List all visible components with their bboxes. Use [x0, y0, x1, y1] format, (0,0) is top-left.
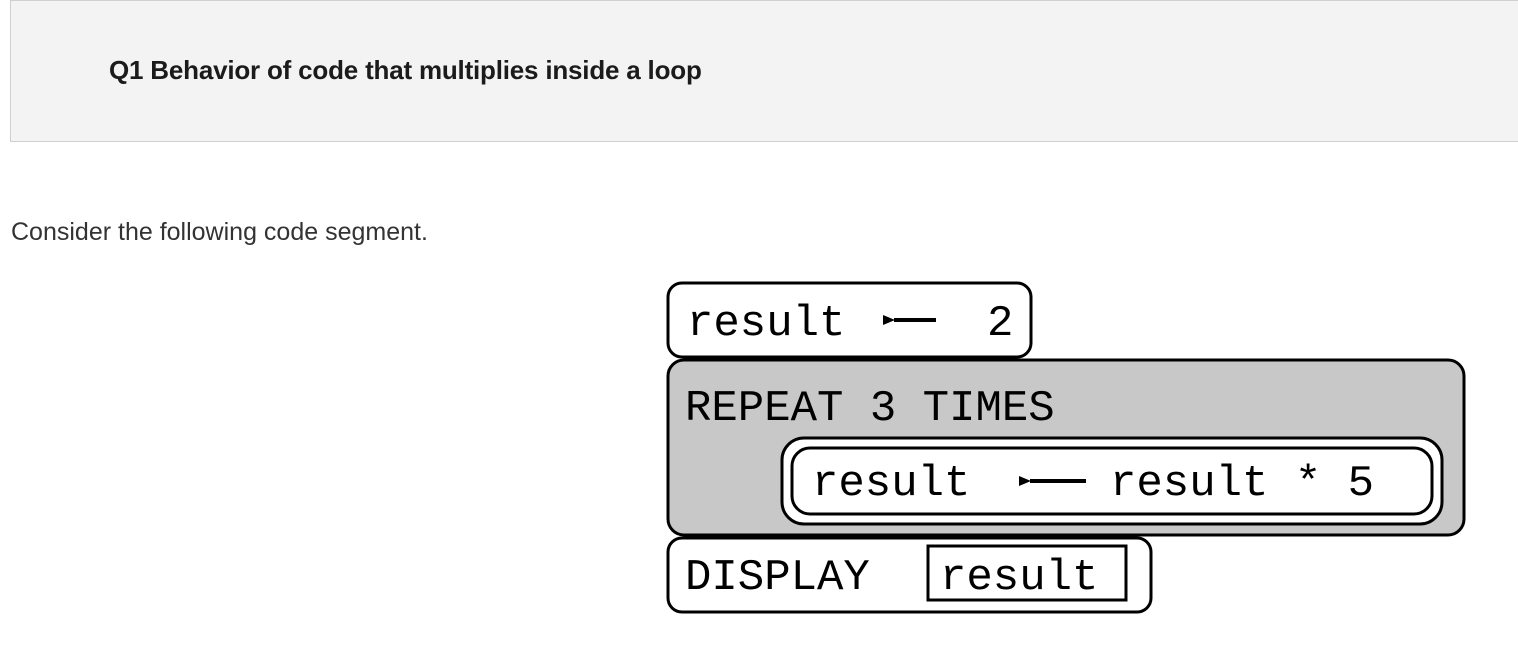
prompt-text: Consider the following code segment. [11, 218, 428, 246]
code-blocks-diagram: result 2 REPEAT 3 TIMES result result * … [666, 281, 1466, 614]
assignment-variable: result [687, 299, 845, 349]
assignment-block-initial: result 2 [666, 281, 1033, 359]
repeat-header: REPEAT 3 TIMES [685, 384, 1055, 434]
display-keyword: DISPLAY [685, 553, 870, 603]
question-title: Q1 Behavior of code that multiplies insi… [109, 55, 702, 85]
code-segment-figure: result 2 REPEAT 3 TIMES result result * … [660, 278, 1480, 628]
repeat-body-assignment: result result * 5 [780, 436, 1444, 526]
repeat-block: REPEAT 3 TIMES result result * 5 [666, 358, 1466, 537]
assignment-value: 2 [987, 299, 1013, 349]
question-header: Q1 Behavior of code that multiplies insi… [10, 0, 1518, 142]
display-argument: result [940, 553, 1098, 603]
body-variable: result [812, 459, 970, 509]
body-expression: result * 5 [1110, 459, 1374, 509]
display-block: DISPLAY result [666, 536, 1153, 614]
